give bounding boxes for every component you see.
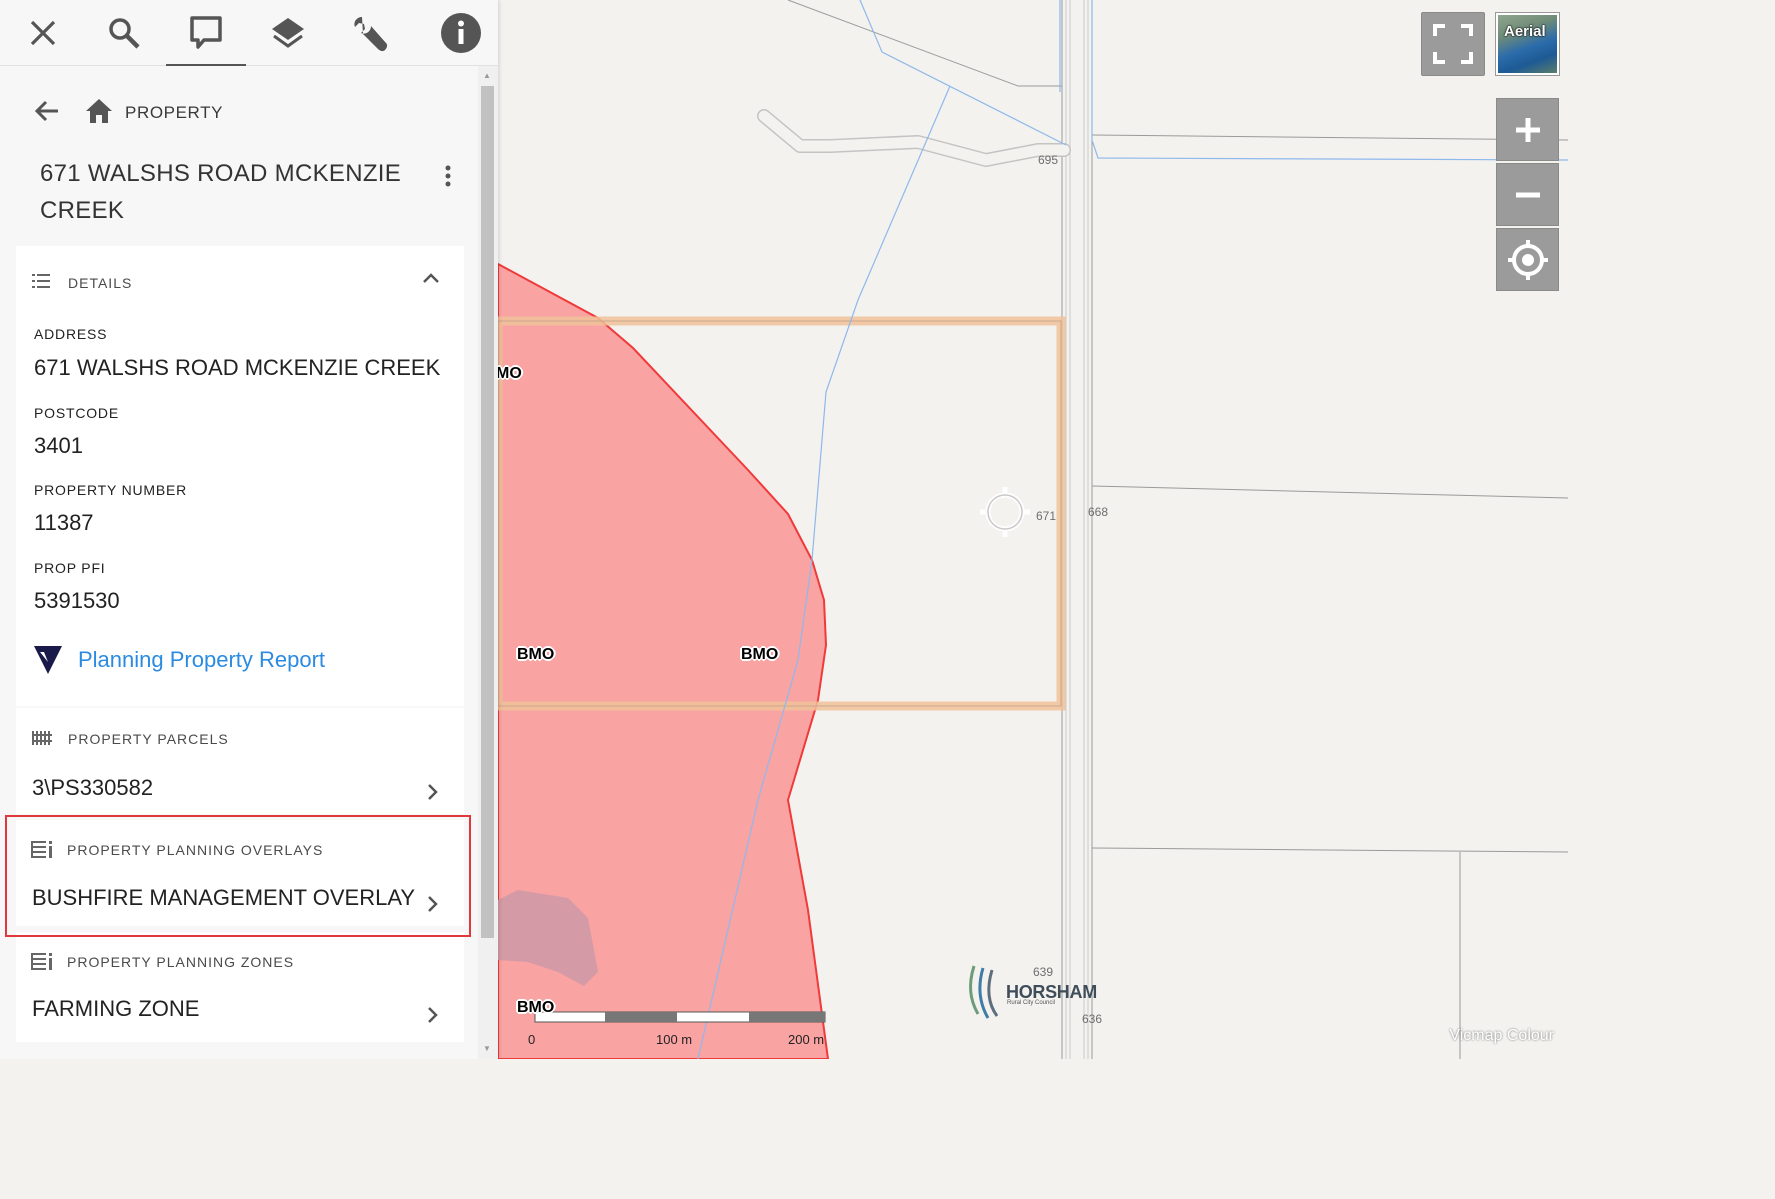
zones-header: PROPERTY PLANNING ZONES	[67, 954, 295, 970]
basemap-aerial-label: Aerial	[1504, 23, 1546, 40]
bmo-label: BMO	[517, 646, 555, 663]
sidebar-toolbar	[0, 0, 498, 66]
chevron-up-icon[interactable]	[422, 272, 440, 284]
zone-value: FARMING ZONE	[32, 996, 200, 1021]
scale-label-zero: 0	[528, 1032, 536, 1047]
layers-tool-button[interactable]	[248, 0, 328, 66]
parcel-number-671: 671	[1036, 509, 1057, 523]
parcel-number-695: 695	[1038, 153, 1059, 167]
tools-button[interactable]	[330, 0, 410, 66]
details-card: DETAILS ADDRESS 671 WALSHS ROAD MCKENZIE…	[16, 246, 464, 706]
search-icon	[109, 18, 140, 49]
info-icon	[441, 13, 481, 53]
chevron-right-icon[interactable]	[426, 1005, 440, 1025]
scale-bar	[534, 1011, 826, 1023]
details-header: DETAILS	[68, 275, 133, 291]
vic-logo-icon	[34, 646, 62, 674]
minus-icon	[1515, 192, 1540, 197]
scrollbar-thumb[interactable]	[481, 86, 494, 938]
horsham-logo-icon	[969, 965, 999, 1019]
fullscreen-button[interactable]	[1421, 12, 1485, 76]
address-value: 671 WALSHS ROAD MCKENZIE CREEK	[34, 355, 441, 380]
breadcrumb	[32, 96, 114, 126]
more-options-button[interactable]	[438, 164, 458, 188]
property-title: 671 WALSHS ROAD MCKENZIE CREEK	[40, 160, 402, 224]
page-title: PROPERTY	[125, 103, 224, 122]
close-button[interactable]	[3, 0, 83, 66]
more-vertical-icon	[445, 165, 451, 187]
scroll-up-icon[interactable]: ▲	[483, 71, 491, 80]
map-view[interactable]: 695 671 668 639 636 MO BMO BMO BMO 0 100…	[498, 0, 1568, 1059]
prop-pfi-label: PROP PFI	[34, 560, 106, 576]
zones-card: PROPERTY PLANNING ZONES FARMING ZONE	[16, 932, 464, 1042]
basemap-aerial-button[interactable]: Aerial	[1496, 13, 1559, 75]
parcels-card: PROPERTY PARCELS 3\PS330582	[16, 708, 464, 814]
search-tool-button[interactable]	[84, 0, 164, 66]
horsham-logo-subtitle: Rural City Council	[1007, 1000, 1056, 1006]
parcel-number-668: 668	[1088, 505, 1109, 519]
wrench-icon	[354, 17, 388, 52]
crosshair-icon	[1507, 239, 1548, 280]
overlay-highlight-box	[5, 815, 471, 937]
app-window: 695 671 668 639 636 MO BMO BMO BMO 0 100…	[0, 0, 1568, 1059]
parcel-number-636: 636	[1082, 1012, 1103, 1026]
scroll-down-icon[interactable]: ▼	[483, 1044, 491, 1053]
layers-icon	[272, 18, 304, 48]
close-icon	[30, 20, 56, 46]
scale-label-mid: 100 m	[656, 1032, 693, 1047]
chevron-right-icon[interactable]	[426, 782, 440, 802]
property-number-label: PROPERTY NUMBER	[34, 482, 188, 498]
zoom-out-button[interactable]	[1496, 163, 1559, 226]
locate-me-button[interactable]	[1496, 228, 1559, 291]
address-label: ADDRESS	[34, 326, 108, 342]
info-button[interactable]	[421, 0, 501, 66]
bmo-label: BMO	[517, 999, 555, 1016]
document-list-icon	[31, 953, 52, 970]
sidebar-panel: PROPERTY 671 WALSHS ROAD MCKENZIE CREEK …	[0, 0, 498, 1059]
fullscreen-icon	[1433, 24, 1473, 64]
parcel-grid-icon	[32, 731, 52, 745]
prop-pfi-value: 5391530	[34, 588, 120, 613]
map-attribution: Vicmap Colour	[1449, 1027, 1554, 1044]
map-canvas[interactable]	[498, 0, 1568, 1059]
bmo-label: BMO	[741, 646, 779, 663]
identify-icon	[190, 16, 222, 49]
list-icon	[32, 274, 50, 288]
back-arrow-icon[interactable]	[32, 96, 62, 126]
identify-tool-button[interactable]	[166, 0, 246, 66]
property-number-value: 11387	[34, 510, 94, 535]
postcode-value: 3401	[34, 433, 83, 458]
zoom-in-button[interactable]	[1496, 98, 1559, 161]
sidebar-scrollbar[interactable]: ▲ ▼	[478, 66, 498, 1059]
home-icon[interactable]	[84, 96, 114, 126]
planning-report-link[interactable]: Planning Property Report	[78, 647, 325, 673]
parcels-header: PROPERTY PARCELS	[68, 731, 229, 747]
bmo-label: MO	[498, 365, 522, 382]
parcel-value: 3\PS330582	[32, 775, 154, 800]
parcel-number-639: 639	[1033, 965, 1054, 979]
scale-label-max: 200 m	[788, 1032, 825, 1047]
plus-icon	[1515, 117, 1540, 142]
postcode-label: POSTCODE	[34, 405, 119, 421]
